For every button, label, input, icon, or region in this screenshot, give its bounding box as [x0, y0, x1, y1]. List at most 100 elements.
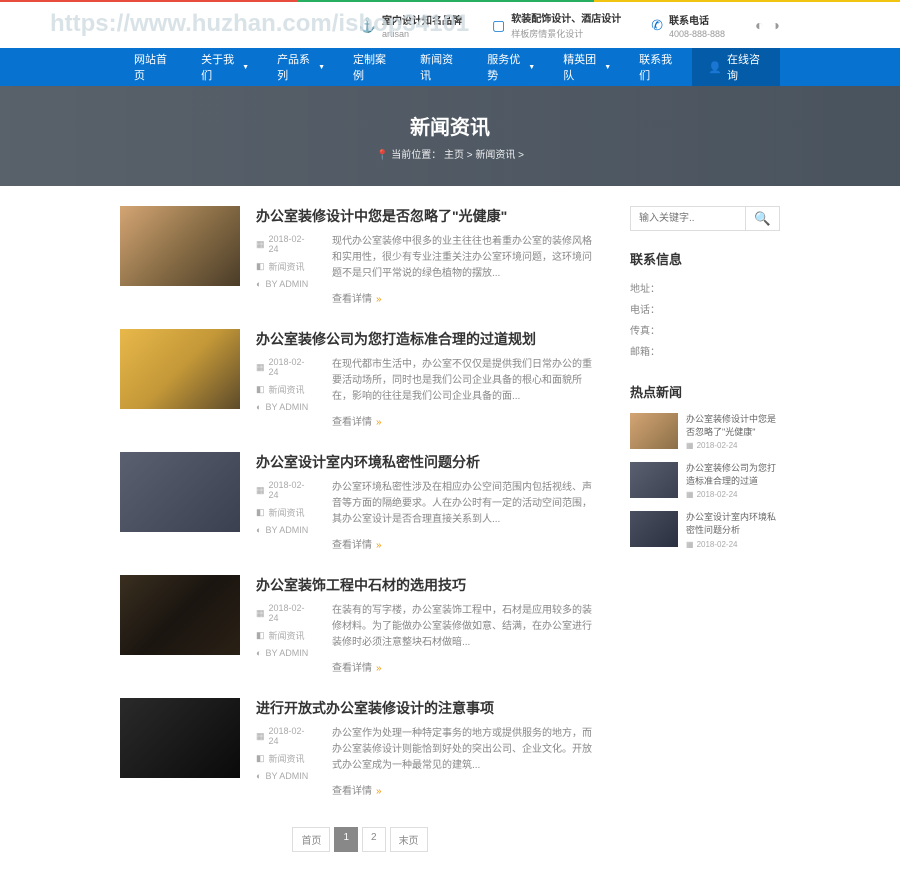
weibo-icon[interactable]: ◐: [755, 17, 763, 33]
article-excerpt: 办公室作为处理一种特定事务的地方或提供服务的地方，而办公室装修设计则能恰到好处的…: [332, 726, 600, 774]
search-input[interactable]: [631, 207, 745, 230]
article-thumbnail[interactable]: [120, 452, 240, 532]
article-item: 进行开放式办公室装修设计的注意事项 ▦2018-02-24 ◧新闻资讯 ◐BY …: [120, 698, 600, 797]
tag-icon: ◧: [256, 630, 265, 641]
read-more-link[interactable]: 查看详情»: [332, 290, 600, 305]
page-last[interactable]: 末页: [390, 827, 428, 852]
breadcrumb-current: 新闻资讯 >: [475, 150, 524, 161]
nav-news[interactable]: 新闻资讯: [406, 48, 473, 86]
main-content: 办公室装修设计中您是否忽略了"光健康" ▦2018-02-24 ◧新闻资讯 ◐B…: [0, 186, 900, 872]
chevron-down-icon: ▼: [318, 64, 325, 71]
article-thumbnail[interactable]: [120, 698, 240, 778]
article-meta: ▦2018-02-24 ◧新闻资讯 ◐BY ADMIN: [256, 480, 312, 541]
search-button[interactable]: 🔍: [745, 207, 779, 230]
wechat-icon[interactable]: ◑: [772, 17, 780, 33]
calendar-icon: ▦: [256, 608, 265, 619]
arrow-right-icon: »: [376, 663, 382, 674]
search-icon: 🔍: [754, 211, 771, 226]
nav-service[interactable]: 服务优势▼: [473, 48, 549, 86]
contact-mail: 邮箱：: [630, 343, 780, 358]
article-list: 办公室装修设计中您是否忽略了"光健康" ▦2018-02-24 ◧新闻资讯 ◐B…: [120, 206, 600, 852]
sidebar: 🔍 联系信息 地址： 电话： 传真： 邮箱： 热点新闻 办公室装修设计中您是否忽…: [630, 206, 780, 852]
arrow-right-icon: »: [376, 417, 382, 428]
user-icon: ◐: [256, 402, 261, 412]
watermark: https://www.huzhan.com/ishop34101: [50, 10, 469, 38]
top-design: ▢ 软装配饰设计、酒店设计 样板房情景化设计: [492, 10, 621, 40]
hot-thumbnail[interactable]: [630, 511, 678, 547]
hot-thumbnail[interactable]: [630, 462, 678, 498]
tag-icon: ◧: [256, 753, 265, 764]
page-title: 新闻资讯: [410, 111, 490, 140]
search-box: 🔍: [630, 206, 780, 231]
read-more-link[interactable]: 查看详情»: [332, 659, 600, 674]
article-item: 办公室设计室内环境私密性问题分析 ▦2018-02-24 ◧新闻资讯 ◐BY A…: [120, 452, 600, 551]
page-first[interactable]: 首页: [292, 827, 330, 852]
mobile-icon: ▢: [492, 17, 505, 34]
hot-title[interactable]: 办公室装修设计中您是否忽略了"光健康": [686, 413, 780, 438]
arrow-right-icon: »: [376, 786, 382, 797]
phone-sub: 4008-888-888: [669, 29, 725, 39]
article-thumbnail[interactable]: [120, 329, 240, 409]
article-meta: ▦2018-02-24 ◧新闻资讯 ◐BY ADMIN: [256, 357, 312, 418]
tag-icon: ◧: [256, 384, 265, 395]
hot-title[interactable]: 办公室装修公司为您打造标准合理的过道: [686, 462, 780, 487]
nav-products[interactable]: 产品系列▼: [263, 48, 339, 86]
calendar-icon: ▦: [686, 490, 694, 499]
chevron-down-icon: ▼: [528, 64, 535, 71]
article-excerpt: 现代办公室装修中很多的业主往往也着重办公室的装修风格和实用性，很少有专业注重关注…: [332, 234, 600, 282]
chevron-down-icon: ▼: [604, 64, 611, 71]
user-icon: ◐: [256, 771, 261, 781]
main-nav: 网站首页 关于我们▼ 产品系列▼ 定制案例 新闻资讯 服务优势▼ 精英团队▼ 联…: [0, 48, 900, 86]
hot-item: 办公室装修设计中您是否忽略了"光健康" ▦2018-02-24: [630, 413, 780, 450]
article-excerpt: 在现代都市生活中，办公室不仅仅是提供我们日常办公的重要活动场所，同时也是我们公司…: [332, 357, 600, 405]
read-more-link[interactable]: 查看详情»: [332, 413, 600, 428]
page-1[interactable]: 1: [334, 827, 358, 852]
contact-tel: 电话：: [630, 301, 780, 316]
read-more-link[interactable]: 查看详情»: [332, 782, 600, 797]
nav-team[interactable]: 精英团队▼: [549, 48, 625, 86]
article-thumbnail[interactable]: [120, 575, 240, 655]
nav-contact[interactable]: 联系我们: [625, 48, 692, 86]
calendar-icon: ▦: [256, 239, 265, 250]
user-icon: ◐: [256, 648, 261, 658]
article-excerpt: 办公室环境私密性涉及在相应办公空间范围内包括视线、声音等方面的隔绝要求。人在办公…: [332, 480, 600, 528]
calendar-icon: ▦: [256, 731, 265, 742]
page-2[interactable]: 2: [362, 827, 386, 852]
article-title[interactable]: 办公室装修设计中您是否忽略了"光健康": [256, 206, 600, 226]
user-icon: 👤: [708, 61, 722, 74]
article-meta: ▦2018-02-24 ◧新闻资讯 ◐BY ADMIN: [256, 234, 312, 295]
article-title[interactable]: 进行开放式办公室装修设计的注意事项: [256, 698, 600, 718]
phone-icon: ✆: [651, 17, 663, 34]
pin-icon: 📍: [376, 150, 388, 161]
top-phone: ✆ 联系电话 4008-888-888: [651, 12, 725, 39]
hot-title[interactable]: 办公室设计室内环境私密性问题分析: [686, 511, 780, 536]
contact-heading: 联系信息: [630, 249, 780, 268]
breadcrumb: 📍 当前位置： 主页 > 新闻资讯 >: [376, 146, 524, 161]
breadcrumb-home[interactable]: 主页: [444, 150, 464, 161]
nav-home[interactable]: 网站首页: [120, 48, 187, 86]
tag-icon: ◧: [256, 507, 265, 518]
nav-chat-button[interactable]: 👤在线咨询: [692, 48, 780, 86]
hot-item: 办公室装修公司为您打造标准合理的过道 ▦2018-02-24: [630, 462, 780, 499]
user-icon: ◐: [256, 279, 261, 289]
tag-icon: ◧: [256, 261, 265, 272]
article-meta: ▦2018-02-24 ◧新闻资讯 ◐BY ADMIN: [256, 726, 312, 787]
article-title[interactable]: 办公室装饰工程中石材的选用技巧: [256, 575, 600, 595]
calendar-icon: ▦: [686, 540, 694, 549]
page-banner: 新闻资讯 📍 当前位置： 主页 > 新闻资讯 >: [0, 86, 900, 186]
contact-fax: 传真：: [630, 322, 780, 337]
social-icons: ◐ ◑: [755, 17, 780, 33]
calendar-icon: ▦: [686, 441, 694, 450]
article-item: 办公室装饰工程中石材的选用技巧 ▦2018-02-24 ◧新闻资讯 ◐BY AD…: [120, 575, 600, 674]
read-more-link[interactable]: 查看详情»: [332, 536, 600, 551]
nav-about[interactable]: 关于我们▼: [187, 48, 263, 86]
contact-address: 地址：: [630, 280, 780, 295]
hot-item: 办公室设计室内环境私密性问题分析 ▦2018-02-24: [630, 511, 780, 548]
article-thumbnail[interactable]: [120, 206, 240, 286]
article-title[interactable]: 办公室设计室内环境私密性问题分析: [256, 452, 600, 472]
article-item: 办公室装修设计中您是否忽略了"光健康" ▦2018-02-24 ◧新闻资讯 ◐B…: [120, 206, 600, 305]
article-title[interactable]: 办公室装修公司为您打造标准合理的过道规划: [256, 329, 600, 349]
nav-cases[interactable]: 定制案例: [339, 48, 406, 86]
article-item: 办公室装修公司为您打造标准合理的过道规划 ▦2018-02-24 ◧新闻资讯 ◐…: [120, 329, 600, 428]
hot-thumbnail[interactable]: [630, 413, 678, 449]
